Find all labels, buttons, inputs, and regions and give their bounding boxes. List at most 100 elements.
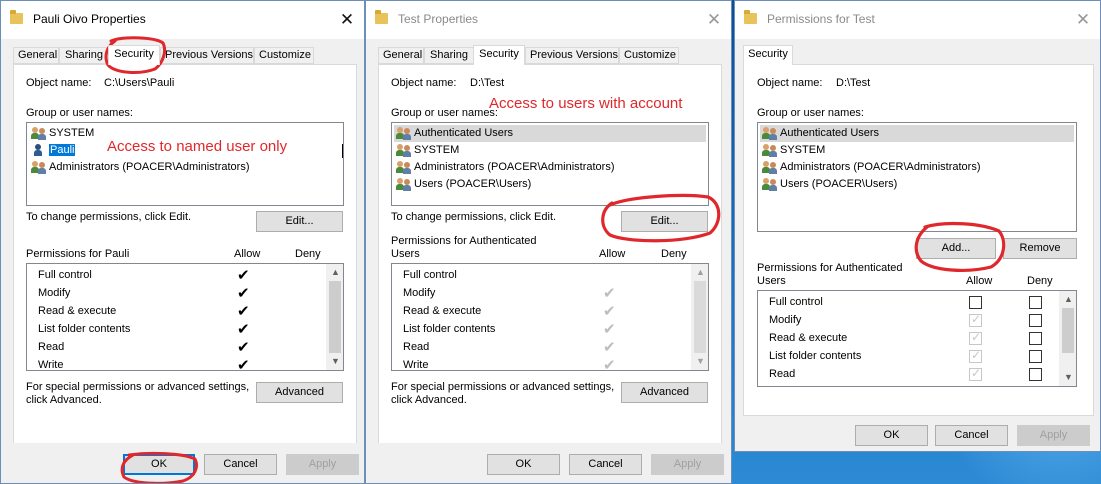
scroll-thumb[interactable] <box>329 281 341 353</box>
list-item[interactable]: Administrators (POACER\Administrators) <box>762 159 981 176</box>
list-item[interactable]: Pauli <box>31 142 76 159</box>
user-name: SYSTEM <box>780 144 826 156</box>
list-item[interactable]: Users (POACER\Users) <box>396 176 531 193</box>
allow-checkbox[interactable] <box>969 296 982 309</box>
special-permissions-text: For special permissions or advanced sett… <box>391 381 615 393</box>
window-title: Pauli Oivo Properties <box>33 12 146 26</box>
permission-row: Write <box>38 359 64 371</box>
close-icon[interactable]: ✕ <box>701 7 727 33</box>
deny-checkbox[interactable] <box>1029 350 1042 363</box>
tab-sharing[interactable]: Sharing <box>59 47 109 64</box>
users-icon <box>762 143 778 158</box>
scroll-down-icon[interactable]: ▼ <box>1060 369 1076 386</box>
permissions-for-label: Permissions for Pauli <box>26 248 130 260</box>
list-item[interactable]: SYSTEM <box>396 142 459 159</box>
permissions-list[interactable]: Full control Modify Read & execute List … <box>391 263 709 371</box>
apply-button[interactable]: Apply <box>651 454 724 475</box>
remove-button[interactable]: Remove <box>1003 238 1077 259</box>
ok-button[interactable]: OK <box>487 454 560 475</box>
folder-icon <box>10 10 23 24</box>
object-name-label: Object name: <box>757 77 823 89</box>
tab-general[interactable]: General <box>13 47 59 64</box>
list-item[interactable]: Authenticated Users <box>760 125 1074 142</box>
edit-button[interactable]: Edit... <box>256 211 343 232</box>
permission-row: Read <box>403 341 430 353</box>
allow-checkbox[interactable] <box>969 312 982 327</box>
scrollbar[interactable]: ▲ ▼ <box>691 264 708 370</box>
list-item[interactable]: Users (POACER\Users) <box>762 176 897 193</box>
cancel-button[interactable]: Cancel <box>569 454 642 475</box>
permission-row: Read <box>769 368 796 380</box>
permission-row: List folder contents <box>769 350 862 362</box>
advanced-button[interactable]: Advanced <box>621 382 708 403</box>
scroll-down-icon[interactable]: ▼ <box>327 353 343 370</box>
close-icon[interactable]: ✕ <box>334 7 360 33</box>
allow-check-icon: ✔ <box>603 285 616 302</box>
ok-button[interactable]: OK <box>123 454 195 475</box>
users-icon <box>31 160 47 175</box>
deny-checkbox[interactable] <box>1029 296 1042 309</box>
dialog-pauli-properties: Pauli Oivo Properties ✕ General Sharing … <box>0 0 365 484</box>
allow-checkbox[interactable] <box>969 330 982 345</box>
permission-row: Write <box>403 359 429 371</box>
allow-check-icon: ✔ <box>237 339 250 356</box>
tab-customize[interactable]: Customize <box>254 47 314 64</box>
list-item[interactable]: Administrators (POACER\Administrators) <box>396 159 615 176</box>
list-item[interactable]: SYSTEM <box>762 142 825 159</box>
allow-check-icon: ✔ <box>237 267 250 284</box>
ok-button[interactable]: OK <box>855 425 928 446</box>
scroll-thumb[interactable] <box>1062 308 1074 353</box>
list-item[interactable]: Administrators (POACER\Administrators) <box>31 159 250 176</box>
permissions-list[interactable]: Full control Modify Read & execute List … <box>26 263 344 371</box>
deny-checkbox[interactable] <box>1029 368 1042 381</box>
scroll-up-icon[interactable]: ▲ <box>692 264 708 281</box>
allow-checkbox[interactable] <box>969 366 982 381</box>
advanced-button[interactable]: Advanced <box>256 382 343 403</box>
apply-button[interactable]: Apply <box>1017 425 1090 446</box>
scrollbar[interactable]: ▲ ▼ <box>1059 291 1076 386</box>
scroll-up-icon[interactable]: ▲ <box>327 264 343 281</box>
permission-row: Read <box>38 341 65 353</box>
apply-button[interactable]: Apply <box>286 454 359 475</box>
title-bar: Test Properties ✕ <box>366 1 731 39</box>
permissions-for-label-2: Users <box>757 275 786 287</box>
close-icon[interactable]: ✕ <box>1070 7 1096 33</box>
allow-checkbox[interactable] <box>969 348 982 363</box>
special-permissions-text: For special permissions or advanced sett… <box>26 381 250 393</box>
tab-general[interactable]: General <box>378 47 424 64</box>
allow-header: Allow <box>599 248 626 260</box>
cancel-button[interactable]: Cancel <box>935 425 1008 446</box>
edit-button[interactable]: Edit... <box>621 211 708 232</box>
permission-row: List folder contents <box>403 323 496 335</box>
tab-previous-versions[interactable]: Previous Versions <box>160 47 254 64</box>
tab-security[interactable]: Security <box>473 45 525 65</box>
permission-row: Full control <box>769 296 823 308</box>
tab-security[interactable]: Security <box>108 45 160 65</box>
tab-security[interactable]: Security <box>743 45 793 65</box>
permissions-list[interactable]: Full control Modify Read & execute List … <box>757 290 1077 387</box>
user-icon <box>31 143 47 157</box>
tab-customize[interactable]: Customize <box>619 47 679 64</box>
scrollbar[interactable]: ▲ ▼ <box>326 264 343 370</box>
list-item[interactable]: Authenticated Users <box>394 125 706 142</box>
scroll-thumb[interactable] <box>694 281 706 353</box>
user-list[interactable]: Authenticated Users SYSTEM Administrator… <box>391 122 709 206</box>
allow-check-icon: ✔ <box>237 303 250 320</box>
user-list[interactable]: SYSTEM Pauli Administrators (POACER\Admi… <box>26 122 344 206</box>
add-button[interactable]: Add... <box>916 238 996 259</box>
scroll-up-icon[interactable]: ▲ <box>1060 291 1076 308</box>
security-panel: Object name: D:\Test Group or user names… <box>378 64 722 444</box>
tab-sharing[interactable]: Sharing <box>424 47 474 64</box>
deny-checkbox[interactable] <box>1029 314 1042 327</box>
list-item[interactable]: SYSTEM <box>31 125 94 142</box>
tab-previous-versions[interactable]: Previous Versions <box>525 47 619 64</box>
group-label: Group or user names: <box>26 107 133 119</box>
cancel-button[interactable]: Cancel <box>204 454 277 475</box>
user-list[interactable]: Authenticated Users SYSTEM Administrator… <box>757 122 1077 232</box>
scroll-down-icon[interactable]: ▼ <box>692 353 708 370</box>
allow-check-icon: ✔ <box>603 303 616 320</box>
security-panel: Object name: D:\Test Group or user names… <box>743 64 1094 416</box>
deny-checkbox[interactable] <box>1029 332 1042 345</box>
user-name: Administrators (POACER\Administrators) <box>49 161 250 173</box>
permission-row: Modify <box>38 287 71 299</box>
